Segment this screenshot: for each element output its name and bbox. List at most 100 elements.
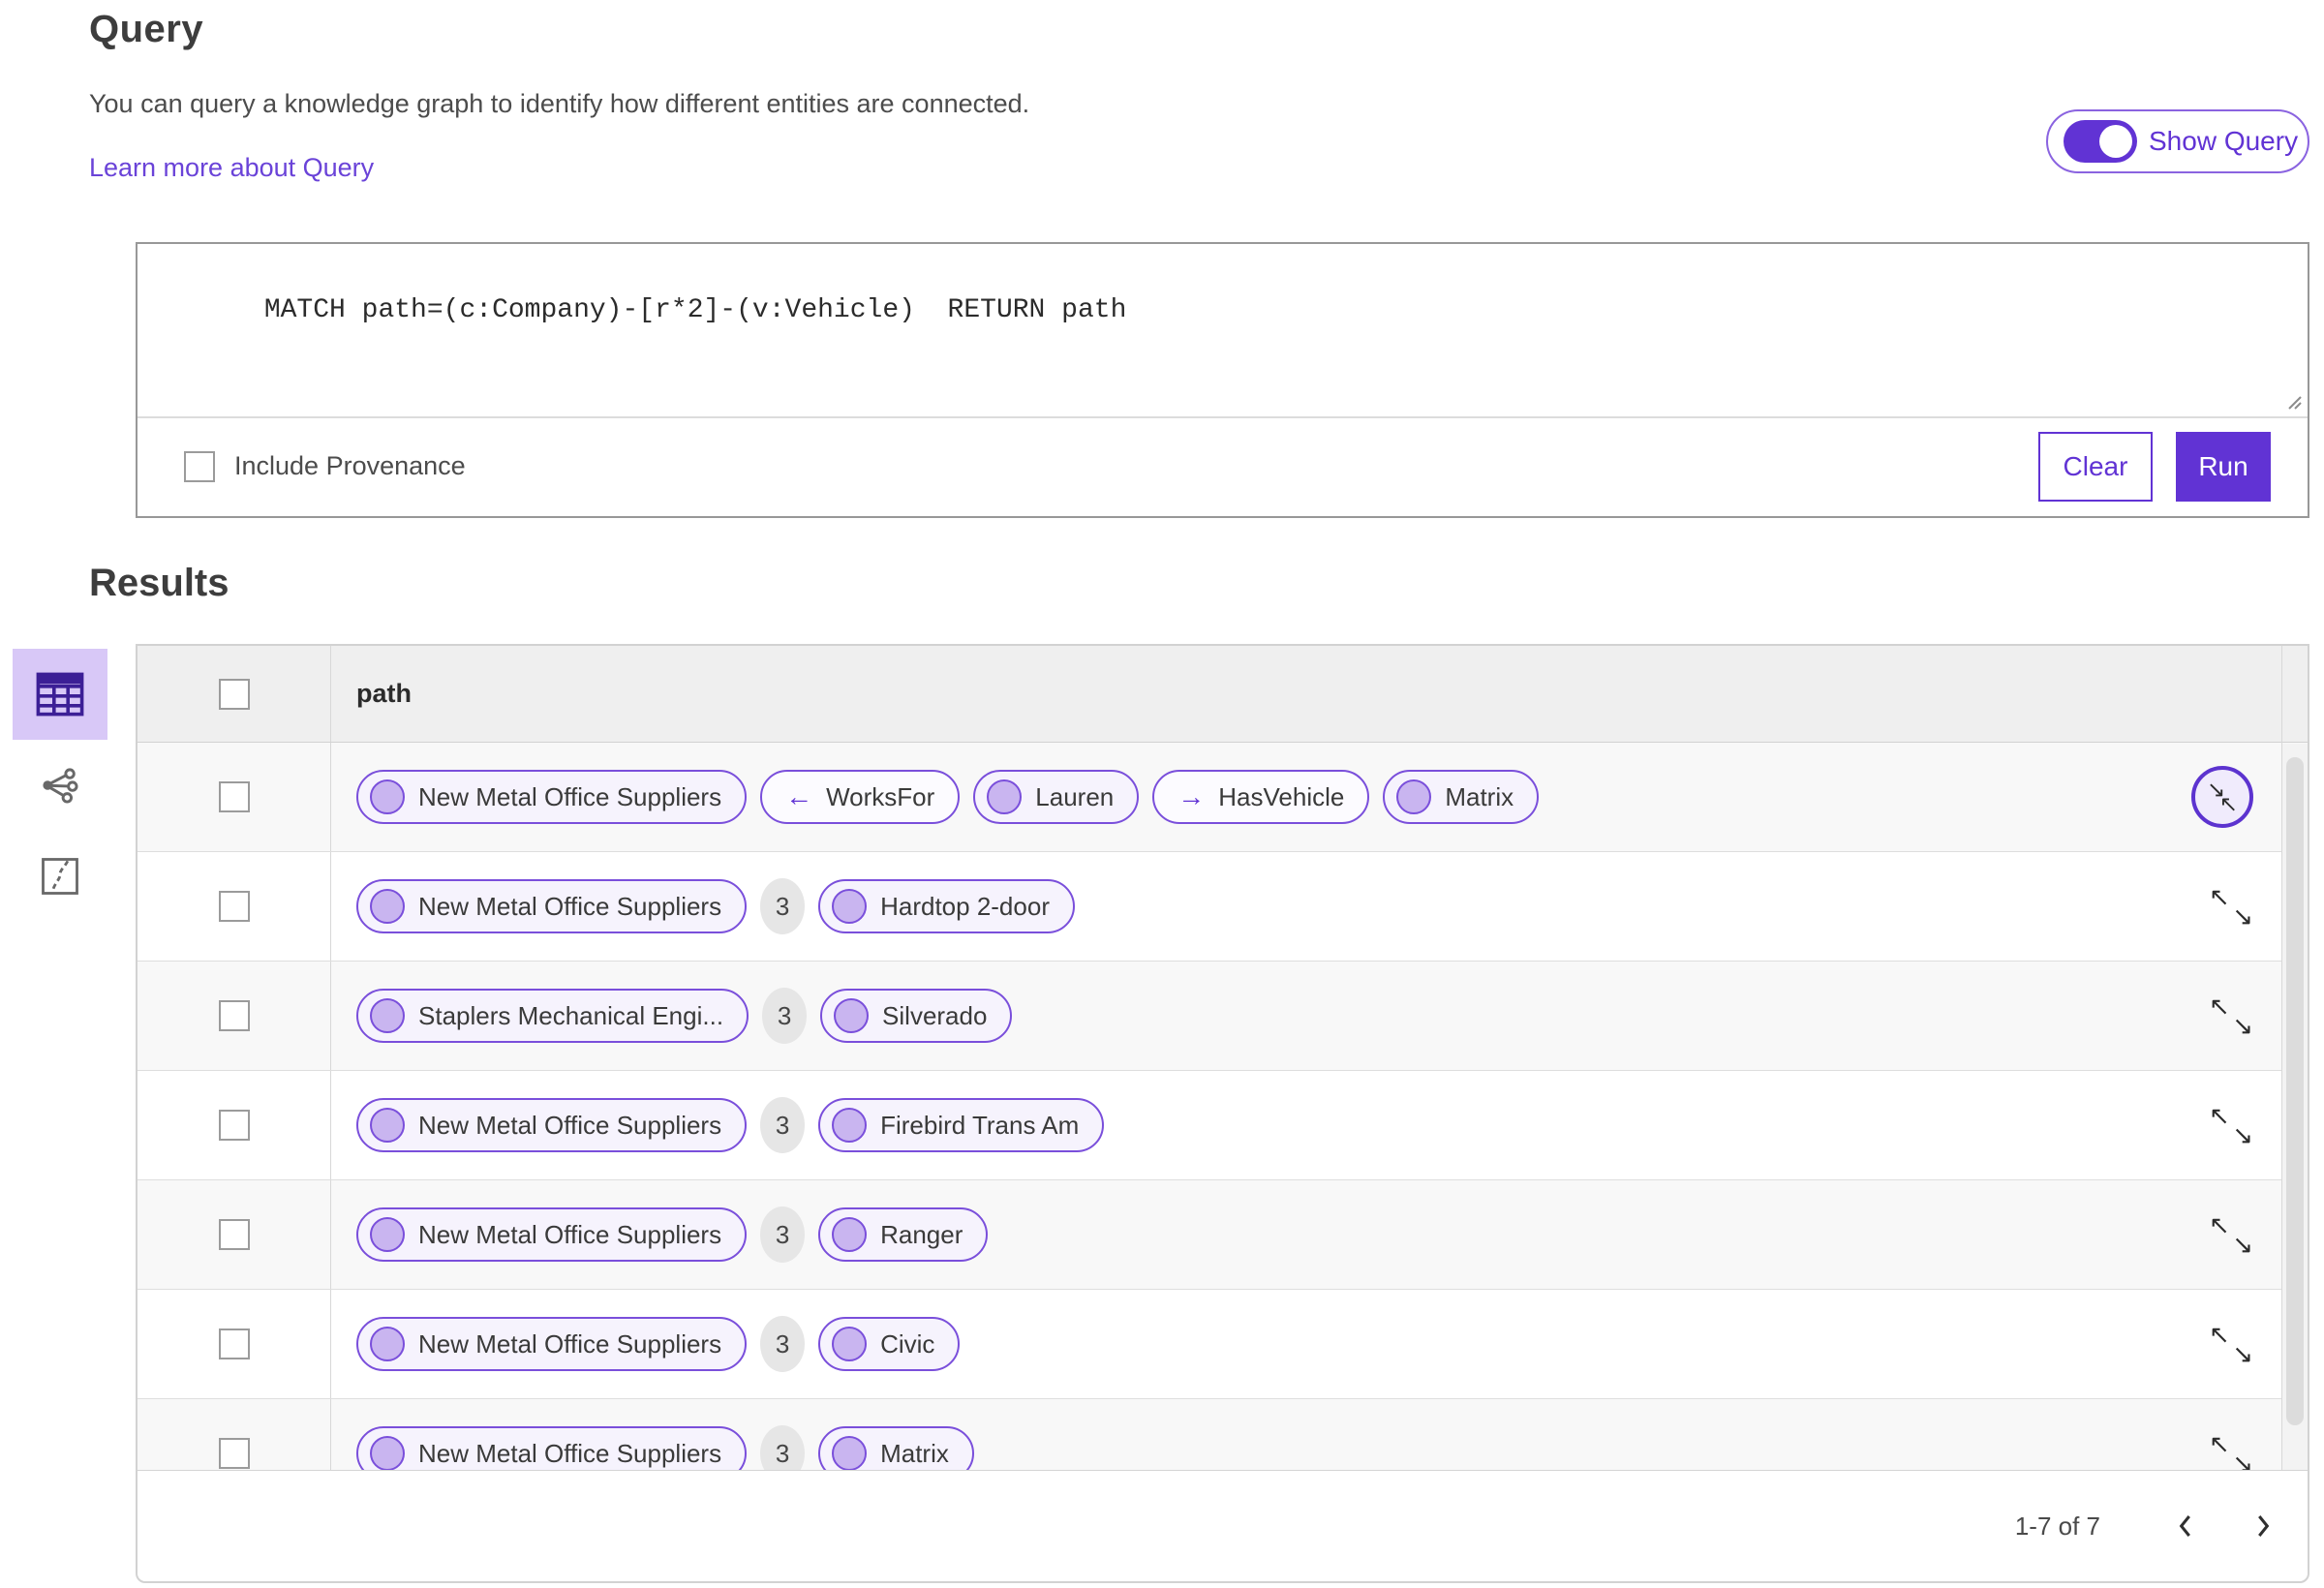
row-checkbox[interactable] <box>218 1219 250 1250</box>
table-view-button[interactable] <box>13 649 107 740</box>
entity-icon <box>832 1436 868 1471</box>
expand-icon[interactable]: ↖ ↘ <box>2209 1322 2253 1366</box>
toggle-on-icon[interactable] <box>2064 120 2137 163</box>
entity-icon <box>370 1436 405 1471</box>
row-checkbox-cell <box>138 852 331 961</box>
include-provenance[interactable]: Include Provenance <box>184 450 466 482</box>
entity-label: New Metal Office Suppliers <box>418 1438 722 1468</box>
query-page: Query You can query a knowledge graph to… <box>0 0 2324 1588</box>
table-row: New Metal Office Suppliers 3 Hardtop 2-doo… <box>138 852 2308 962</box>
show-query-label: Show Query <box>2149 126 2299 156</box>
entity-label: Firebird Trans Am <box>880 1110 1080 1140</box>
relationship-count-badge: 3 <box>762 988 808 1044</box>
entity-icon <box>832 1217 868 1252</box>
entity-pill[interactable]: Ranger <box>818 1207 989 1262</box>
row-checkbox[interactable] <box>218 1000 250 1031</box>
entity-icon <box>832 1108 868 1143</box>
expand-icon[interactable]: ↖ ↘ <box>2209 1103 2253 1147</box>
entity-pill[interactable]: Hardtop 2-door <box>818 879 1075 933</box>
expand-arrow-glyph: ↖ <box>2209 1429 2230 1458</box>
expand-icon[interactable]: ↖ ↘ <box>2209 993 2253 1038</box>
entity-pill[interactable]: Lauren <box>973 770 1140 824</box>
entity-pill[interactable]: New Metal Office Suppliers <box>356 1317 748 1371</box>
entity-pill[interactable]: Civic <box>818 1317 961 1371</box>
row-checkbox[interactable] <box>218 781 250 812</box>
row-checkbox-cell <box>138 1290 331 1398</box>
query-text: MATCH path=(c:Company)-[r*2]-(v:Vehicle)… <box>263 295 1127 325</box>
page-title: Query <box>89 8 204 50</box>
row-checkbox[interactable] <box>218 1110 250 1141</box>
table-row: New Metal Office Suppliers 3 Ranger ↖ ↘ <box>138 1180 2308 1290</box>
entity-label: New Metal Office Suppliers <box>418 1219 722 1249</box>
table-scrollbar[interactable] <box>2282 744 2308 1581</box>
relationship-label: HasVehicle <box>1218 781 1345 811</box>
path-cell: New Metal Office Suppliers 3 Firebird Tran… <box>331 1071 2308 1179</box>
entity-pill[interactable]: New Metal Office Suppliers <box>356 770 748 824</box>
prev-page-button[interactable] <box>2176 1512 2195 1541</box>
relationship-pill[interactable]: ← WorksFor <box>760 770 961 824</box>
entity-pill[interactable]: Matrix <box>1383 770 1540 824</box>
entity-pill[interactable]: Staplers Mechanical Engi... <box>356 989 749 1043</box>
expand-arrow-glyph: ↖ <box>2209 1101 2230 1130</box>
expand-arrow-glyph: ↖ <box>2209 992 2230 1021</box>
entity-pill[interactable]: Silverado <box>820 989 1013 1043</box>
include-provenance-label: Include Provenance <box>234 451 466 480</box>
row-checkbox[interactable] <box>218 891 250 922</box>
chevron-right-icon <box>2258 1515 2270 1537</box>
query-actions: Include Provenance Clear Run <box>138 418 2308 514</box>
entity-pill[interactable]: Firebird Trans Am <box>818 1098 1105 1152</box>
expand-arrow-glyph: ↖ <box>2209 1320 2230 1349</box>
entity-label: Staplers Mechanical Engi... <box>418 1000 724 1030</box>
entity-pill[interactable]: New Metal Office Suppliers <box>356 879 748 933</box>
entity-pill[interactable]: New Metal Office Suppliers <box>356 1207 748 1262</box>
expand-control: ↖ ↘ <box>2209 1212 2253 1257</box>
entity-pill[interactable]: New Metal Office Suppliers <box>356 1098 748 1152</box>
entity-icon <box>370 998 405 1033</box>
table-view-icon <box>36 672 84 717</box>
expand-arrow-glyph: ↖ <box>2209 1210 2230 1239</box>
include-provenance-checkbox[interactable] <box>184 450 215 482</box>
entity-label: New Metal Office Suppliers <box>418 1328 722 1359</box>
link-chart-view-button[interactable] <box>13 740 107 831</box>
results-table: path New Metal Office Suppliers ← WorksFor… <box>136 644 2309 1583</box>
path-cell: New Metal Office Suppliers ← WorksFor Laure… <box>331 743 2308 851</box>
next-page-button[interactable] <box>2253 1512 2273 1541</box>
chevron-left-icon <box>2179 1515 2190 1537</box>
expand-icon[interactable]: ↖ ↘ <box>2209 884 2253 929</box>
expand-control: ↘ ↖ <box>2191 766 2253 828</box>
run-button[interactable]: Run <box>2176 431 2271 502</box>
path-column-header: path <box>356 679 412 708</box>
table-row: New Metal Office Suppliers 3 Firebird Tran… <box>138 1071 2308 1180</box>
entity-label: New Metal Office Suppliers <box>418 1110 722 1140</box>
expand-icon[interactable]: ↖ ↘ <box>2209 1212 2253 1257</box>
row-checkbox[interactable] <box>218 1328 250 1359</box>
relationship-pill[interactable]: → HasVehicle <box>1152 770 1370 824</box>
entity-label: Lauren <box>1035 781 1115 811</box>
link-chart-view-icon <box>43 768 78 804</box>
relationship-count-badge: 3 <box>760 1097 806 1153</box>
row-checkbox-cell <box>138 743 331 851</box>
collapse-icon[interactable]: ↘ ↖ <box>2191 766 2253 828</box>
expand-arrow-glyph: ↘ <box>2232 901 2253 931</box>
query-input[interactable]: MATCH path=(c:Company)-[r*2]-(v:Vehicle)… <box>138 244 2308 418</box>
path-cell: New Metal Office Suppliers 3 Civic <box>331 1290 2308 1398</box>
entity-icon <box>987 779 1023 814</box>
learn-more-link[interactable]: Learn more about Query <box>89 153 374 183</box>
select-all-checkbox[interactable] <box>218 678 250 710</box>
entity-label: Matrix <box>880 1438 949 1468</box>
row-checkbox[interactable] <box>218 1438 250 1469</box>
clear-button[interactable]: Clear <box>2038 431 2153 502</box>
entity-icon <box>1396 779 1432 814</box>
resize-handle-icon[interactable] <box>2283 391 2303 411</box>
scrollbar-thumb[interactable] <box>2286 757 2304 1425</box>
entity-icon <box>832 889 868 924</box>
path-cell: New Metal Office Suppliers 3 Ranger <box>331 1180 2308 1289</box>
show-query-toggle[interactable]: Show Query <box>2046 109 2309 173</box>
row-checkbox-cell <box>138 962 331 1070</box>
pagination-range: 1-7 of 7 <box>2014 1511 2100 1541</box>
entity-icon <box>370 779 405 814</box>
entity-icon <box>832 1327 868 1361</box>
map-view-button[interactable] <box>13 831 107 922</box>
relationship-count-badge: 3 <box>760 1206 806 1263</box>
entity-icon <box>370 1327 405 1361</box>
